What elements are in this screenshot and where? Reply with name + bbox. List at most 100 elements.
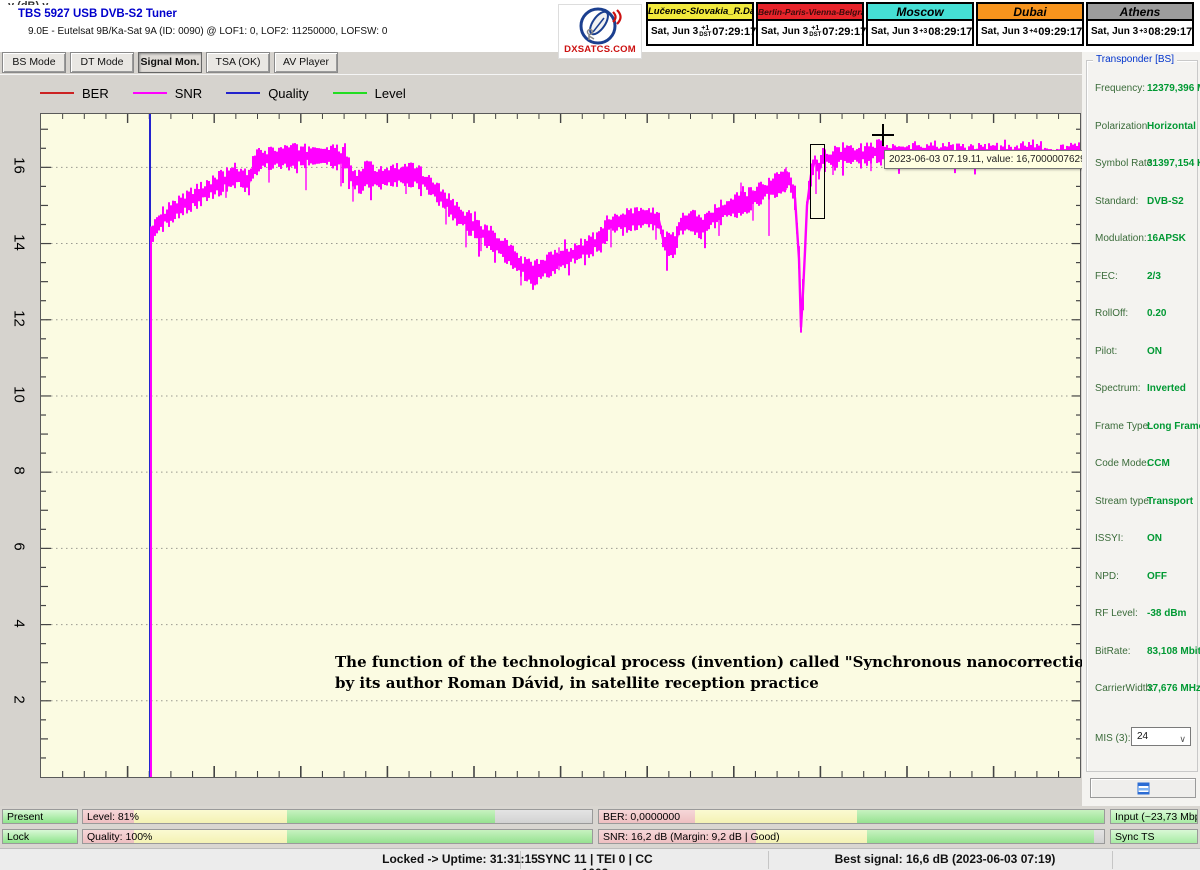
field-label: Stream type: [1095,496,1152,507]
clock-lu-enec-slovakia-r-d-vid: Lučenec-Slovakia_R.DávidSat, Jun 3+1DST0… [646,2,754,46]
mis-label: MIS (3): [1095,733,1131,744]
field-label: Frequency: [1095,83,1145,94]
legend-swatch [133,92,167,94]
field-label: NPD: [1095,571,1119,582]
y-tick-label: 10 [11,383,28,405]
meter-label: Lock [7,831,29,843]
transponder-field-rf-level-: RF Level: -38 dBm [1095,608,1195,622]
y-tick-label: 12 [11,307,28,329]
y-tick-label: 16 [11,155,28,177]
tab-signal-mon-[interactable]: Signal Mon. [138,52,202,73]
transponder-field-rolloff-: RollOff: 0.20 [1095,308,1195,322]
legend-label: Level [375,86,406,101]
highlight-rectangle [810,144,825,219]
clock-date: Sat, Jun 3 [761,26,808,37]
y-tick-label: 14 [11,231,28,253]
legend-label: Quality [268,86,308,101]
meter-input-23-73-mbps-: Input (~23,73 Mbps) [1110,809,1198,824]
clock-time: 07:29:17 [712,26,756,38]
status-separator [768,851,769,869]
field-label: Polarization: [1095,121,1150,132]
clock-time-row: Sat, Jun 3+1DST07:29:17 [648,21,752,42]
legend-item-level: Level [333,86,406,101]
y-tick-label: 8 [11,460,28,482]
clock-moscow: MoscowSat, Jun 3+308:29:17 [866,2,974,46]
meter-label: Sync TS [1115,831,1155,843]
field-label: RollOff: [1095,308,1128,319]
transponder-title: Transponder [BS] [1093,54,1177,65]
dxsatcs-logo: DXSATCS.COM [558,4,642,59]
legend-swatch [333,92,367,94]
clock-time: 08:29:17 [1148,26,1192,38]
clock-date: Sat, Jun 3 [981,26,1028,37]
legend-label: SNR [175,86,202,101]
transponder-field-modulation-: Modulation:16APSK [1095,233,1195,247]
transponder-groupbox: Transponder [BS] Frequency:12379,396 MHz… [1086,60,1198,772]
field-value: OFF [1147,571,1167,582]
field-value: Long Frame [1147,421,1200,432]
clock-utc-offset: +3 [1139,29,1147,35]
value-tooltip: 2023-06-03 07.19.11, value: 16,700000762… [884,150,1107,169]
field-label: CarrierWidth: [1095,683,1154,694]
mis-dropdown[interactable]: 24 ∨ [1131,727,1191,746]
clock-utc-offset: +1DST [809,26,821,38]
field-value: 31397,154 KS/s [1147,158,1200,169]
field-label: RF Level: [1095,608,1138,619]
ts-stream-button[interactable] [1090,778,1196,798]
transponder-field-pilot-: Pilot:ON [1095,346,1195,360]
field-label: ISSYI: [1095,533,1123,544]
field-value: 2/3 [1147,271,1161,282]
meter-sync-ts: Sync TS [1110,829,1198,844]
meter-segment-green [867,830,1094,843]
tab-av-player[interactable]: AV Player [274,52,338,73]
meter-label: Quality: 100% [87,831,152,843]
tab-tsa-ok-[interactable]: TSA (OK) [206,52,270,73]
field-value: 16APSK [1147,233,1186,244]
clock-time: 09:29:17 [1038,26,1082,38]
meter-segment-gray [1094,830,1104,843]
field-label: Modulation: [1095,233,1147,244]
legend-swatch [40,92,74,94]
meter-lock: Lock [2,829,78,844]
transponder-field-frequency-: Frequency:12379,396 MHz [1095,83,1195,97]
meter-label: Present [7,811,43,823]
meter-label: SNR: 16,2 dB (Margin: 9,2 dB | Good) [603,831,780,843]
transponder-field-stream-type-: Stream type:Transport [1095,496,1195,510]
clock-utc-offset: +1DST [699,26,711,38]
meter-present: Present [2,809,78,824]
field-value: -38 dBm [1147,608,1186,619]
transponder-field-polarization-: Polarization:Horizontal [1095,121,1195,135]
transponder-field-spectrum-: Spectrum:Inverted [1095,383,1195,397]
field-label: Standard: [1095,196,1138,207]
y-tick-label: 2 [11,688,28,710]
field-value: 83,108 Mbit/s [1147,646,1200,657]
tab-dt-mode[interactable]: DT Mode [70,52,134,73]
field-label: Spectrum: [1095,383,1141,394]
signal-monitor-window: y (dB) y TBS 5927 USB DVB-S2 Tuner 9.0E … [0,0,1200,870]
tab-bs-mode[interactable]: BS Mode [2,52,66,73]
field-value: 12379,396 MHz [1147,83,1200,94]
mode-tabs: BS ModeDT ModeSignal Mon.TSA (OK)AV Play… [2,52,338,74]
clock-city: Dubai [978,4,1082,21]
clock-dubai: DubaiSat, Jun 3+409:29:17 [976,2,1084,46]
meter-label: Level: 81% [87,811,139,823]
status-separator [1112,851,1113,869]
meter-snr: SNR: 16,2 dB (Margin: 9,2 dB | Good) [598,829,1105,844]
clock-berlin-paris-vienna-belgrade: Berlin-Paris-Vienna-BelgradeSat, Jun 3+1… [756,2,864,46]
mis-value: 24 [1137,731,1148,742]
field-value: ON [1147,346,1162,357]
field-label: BitRate: [1095,646,1131,657]
transponder-field-carrierwidth-: CarrierWidth:37,676 MHz [1095,683,1195,697]
field-label: Code Mode: [1095,458,1149,469]
meter-segment-green [287,810,496,823]
stream-list-icon [1137,782,1150,795]
legend-swatch [226,92,260,94]
field-value: 0.20 [1147,308,1166,319]
crosshair-cursor [882,124,884,146]
meter-ber: BER: 0,0000000 [598,809,1105,824]
field-value: CCM [1147,458,1170,469]
clock-date: Sat, Jun 3 [651,26,698,37]
transponder-field-standard-: Standard:DVB-S2 [1095,196,1195,210]
status-best-signal: Best signal: 16,6 dB (2023-06-03 07:19) [790,852,1100,866]
meter-label: BER: 0,0000000 [603,811,680,823]
